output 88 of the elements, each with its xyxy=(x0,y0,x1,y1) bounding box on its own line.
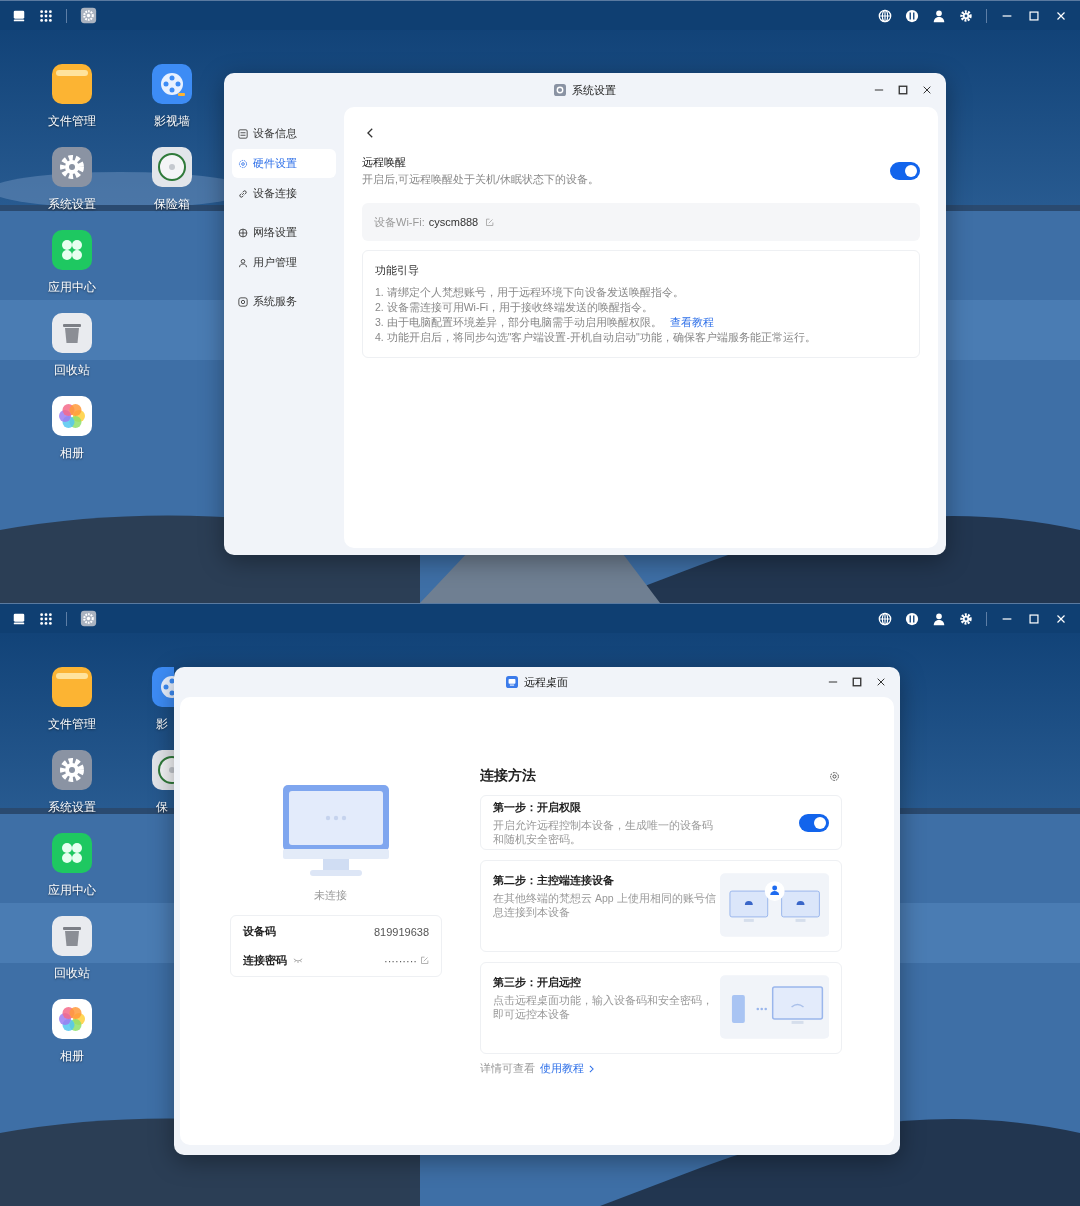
app-label: 回收站 xyxy=(54,965,90,982)
globe-icon[interactable] xyxy=(878,611,892,626)
monitor-icon[interactable] xyxy=(12,8,26,23)
flower-icon[interactable] xyxy=(52,999,92,1039)
globe-icon xyxy=(238,227,248,238)
setting-title: 远程唤醒 xyxy=(362,155,407,170)
flower-icon[interactable] xyxy=(52,396,92,436)
window-title: 远程桌面 xyxy=(524,674,568,690)
gear-icon xyxy=(554,84,566,96)
back-icon[interactable] xyxy=(366,127,375,139)
step-description: 点击远程桌面功能，输入设备码和安全密码，即可远控本设备 xyxy=(493,993,714,1021)
step-description: 开启允许远程控制本设备，生成唯一的设备码和随机安全密码。 xyxy=(493,817,714,846)
trash-icon[interactable] xyxy=(52,916,92,956)
app-label: 相册 xyxy=(60,445,84,462)
guide-step: 2. 设备需连接可用Wi-Fi，用于接收终端发送的唤醒指令。 xyxy=(375,300,909,315)
step-description: 在其他终端的梵想云 App 上使用相同的账号信息连接到本设备 xyxy=(493,891,717,919)
wifi-label: 设备Wi-Fi: xyxy=(374,214,425,230)
sidebar-item[interactable]: 系统服务 xyxy=(232,287,336,316)
app-label: 应用中心 xyxy=(48,882,96,899)
setting-description: 开启后,可远程唤醒处于关机/休眠状态下的设备。 xyxy=(362,173,599,187)
clover-icon[interactable] xyxy=(52,230,92,270)
panel-icon xyxy=(238,128,248,139)
step-title: 第二步：主控端连接设备 xyxy=(493,873,615,888)
app-label: 回收站 xyxy=(54,362,90,379)
info-value: 819919638 xyxy=(373,925,429,938)
user-icon[interactable] xyxy=(932,611,946,626)
globe-icon[interactable] xyxy=(878,8,892,23)
trash-icon[interactable] xyxy=(52,313,92,353)
footer-text: 详情可查看 xyxy=(480,1062,535,1076)
guide-step: 4. 功能开启后，将同步勾选"客户端设置-开机自动启动"功能，确保客户端服务能正常运行。 xyxy=(375,330,909,345)
safe-dial-icon[interactable] xyxy=(152,750,174,790)
toggle-switch[interactable] xyxy=(890,162,920,180)
app-label: 应用中心 xyxy=(48,279,96,296)
apps-grid-icon[interactable] xyxy=(39,611,53,626)
connection-status: 未连接 xyxy=(313,888,347,903)
settings-icon[interactable] xyxy=(829,770,840,782)
safe-dial-icon[interactable] xyxy=(152,147,192,187)
info-label: 设备码 xyxy=(243,924,276,939)
info-value: ········· xyxy=(384,954,417,967)
app-label: 系统设置 xyxy=(48,799,96,816)
sidebar-item[interactable]: 硬件设置 xyxy=(232,149,336,178)
maximize-icon[interactable] xyxy=(852,677,862,687)
guide-title: 功能引导 xyxy=(375,263,420,278)
gear-icon[interactable] xyxy=(52,750,92,790)
sidebar-item[interactable]: 用户管理 xyxy=(232,248,336,277)
app-label: 相册 xyxy=(60,1048,84,1065)
monitor-icon xyxy=(506,676,518,688)
wifi-name: cyscm888 xyxy=(428,216,479,228)
folder-icon[interactable] xyxy=(52,64,92,104)
maximize-icon[interactable] xyxy=(1027,8,1041,23)
user-icon[interactable] xyxy=(932,8,946,23)
gear-icon[interactable] xyxy=(52,147,92,187)
chevron-right-icon[interactable] xyxy=(589,1065,594,1073)
gear-icon[interactable] xyxy=(80,7,97,24)
user-icon xyxy=(238,257,248,268)
tutorial-link[interactable]: 使用教程 xyxy=(540,1062,584,1076)
close-icon[interactable] xyxy=(876,677,886,687)
guide-step: 1. 请绑定个人梵想账号，用于远程环境下向设备发送唤醒指令。 xyxy=(375,285,909,300)
tutorial-link[interactable]: 查看教程 xyxy=(669,315,714,330)
app-label: 保 xyxy=(156,799,168,816)
app-label: 保险箱 xyxy=(154,196,190,213)
sidebar-item[interactable]: 设备信息 xyxy=(232,119,336,148)
film-reel-icon[interactable] xyxy=(152,64,192,104)
gear-icon xyxy=(238,158,248,169)
close-icon[interactable] xyxy=(922,85,932,95)
app-label: 系统设置 xyxy=(48,196,96,213)
app-label: 文件管理 xyxy=(48,716,96,733)
link-icon xyxy=(238,188,248,199)
clover-icon[interactable] xyxy=(52,833,92,873)
app-label: 文件管理 xyxy=(48,113,96,130)
section-heading: 连接方法 xyxy=(480,767,536,785)
sidebar-item[interactable]: 设备连接 xyxy=(232,179,336,208)
step-title: 第一步：开启权限 xyxy=(493,799,582,815)
app-label: 影视墙 xyxy=(154,113,190,130)
step-title: 第三步：开启远控 xyxy=(493,975,582,990)
window-title: 系统设置 xyxy=(572,82,616,98)
app-label: 影 xyxy=(156,716,168,733)
maximize-icon[interactable] xyxy=(1027,611,1041,626)
gear-icon[interactable] xyxy=(80,610,97,627)
maximize-icon[interactable] xyxy=(898,85,908,95)
folder-icon[interactable] xyxy=(52,667,92,707)
film-reel-icon[interactable] xyxy=(152,667,174,707)
sidebar-item[interactable]: 网络设置 xyxy=(232,218,336,247)
guide-step: 3. 由于电脑配置环境差异，部分电脑需手动启用唤醒权限。 xyxy=(375,315,662,330)
apps-grid-icon[interactable] xyxy=(39,8,53,23)
info-label: 连接密码 xyxy=(243,953,287,968)
toggle-switch[interactable] xyxy=(799,813,829,832)
monitor-icon[interactable] xyxy=(12,611,26,626)
